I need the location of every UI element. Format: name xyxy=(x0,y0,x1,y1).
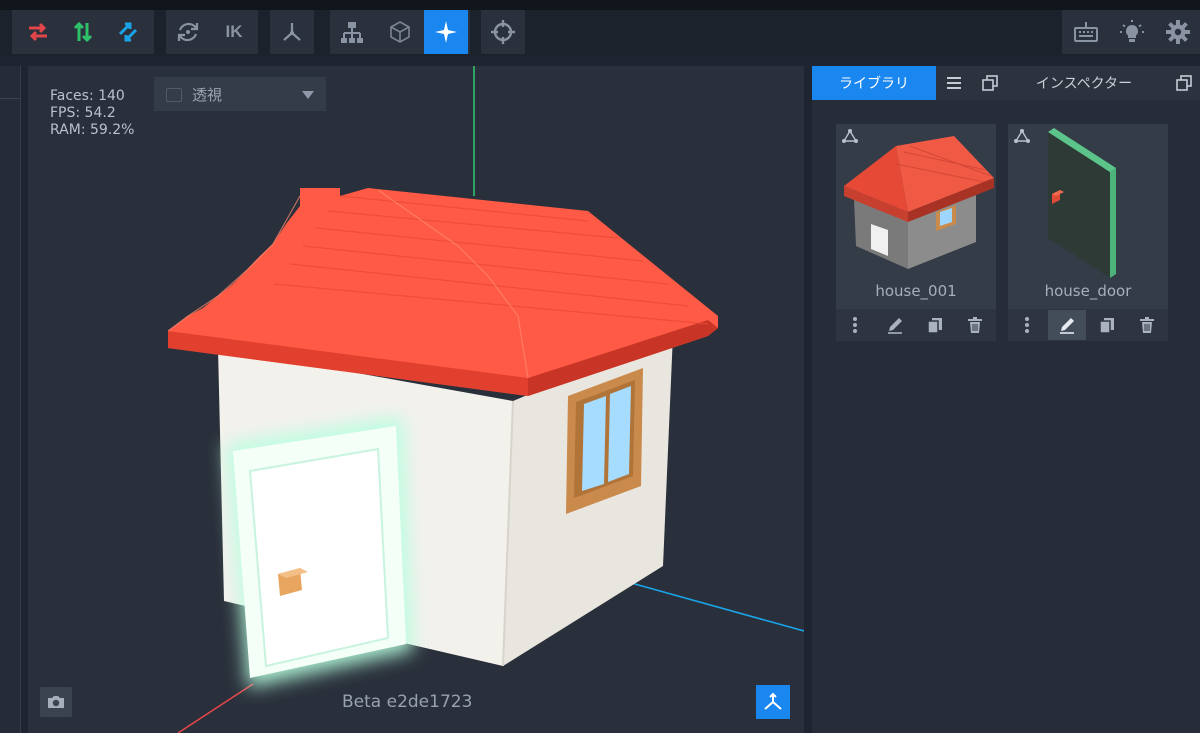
x-axis-line xyxy=(177,683,254,733)
popout-icon xyxy=(1176,75,1192,91)
delete-button[interactable] xyxy=(1128,310,1166,340)
swap-diagonal-icon xyxy=(118,22,138,42)
more-button[interactable] xyxy=(836,310,874,340)
gear-icon xyxy=(1166,20,1190,44)
item-name: house_001 xyxy=(875,282,957,300)
more-vertical-icon xyxy=(1025,317,1029,333)
view-mode-label: 透視 xyxy=(192,86,223,104)
popout-icon xyxy=(982,75,998,91)
library-panel: ライブラリ インスペクター house_001 house_door xyxy=(812,66,1200,733)
keyboard-button[interactable] xyxy=(1064,10,1108,54)
library-popout-button[interactable] xyxy=(974,66,1006,100)
sparkle-button[interactable] xyxy=(424,10,468,54)
delete-button[interactable] xyxy=(956,310,994,340)
house-thumbnail xyxy=(842,129,994,269)
axes-toggle-button[interactable] xyxy=(756,685,790,719)
lightbulb-button[interactable] xyxy=(1110,10,1154,54)
copy-icon xyxy=(927,318,942,334)
ik-label: IK xyxy=(225,22,243,41)
view-tools-group xyxy=(330,10,470,54)
cube-icon xyxy=(390,21,410,43)
item-actions xyxy=(1008,309,1168,341)
fps-stat: FPS: 54.2 xyxy=(50,105,116,121)
swap-horizontal-button[interactable] xyxy=(16,10,60,54)
settings-button[interactable] xyxy=(1156,10,1200,54)
hierarchy-button[interactable] xyxy=(330,10,374,54)
swap-diagonal-button[interactable] xyxy=(106,10,150,54)
main-toolbar: IK xyxy=(0,10,1200,56)
edit-button[interactable] xyxy=(876,310,914,340)
scene-render xyxy=(167,66,804,733)
camera-icon xyxy=(48,696,64,708)
duplicate-button[interactable] xyxy=(1088,310,1126,340)
pivot-icon xyxy=(283,23,301,41)
sparkle-icon xyxy=(435,21,457,43)
pencil-icon xyxy=(888,318,902,334)
ik-button[interactable]: IK xyxy=(212,10,256,54)
menu-icon xyxy=(947,77,961,89)
system-group xyxy=(1062,10,1200,54)
mesh-icon xyxy=(1014,129,1030,143)
left-panel-tab[interactable] xyxy=(0,66,20,99)
hierarchy-icon xyxy=(341,22,363,43)
library-item-house-door[interactable]: house_door xyxy=(1008,124,1168,341)
faces-stat: Faces: 140 xyxy=(50,88,125,104)
lightbulb-icon xyxy=(1120,20,1144,42)
library-item-house-001[interactable]: house_001 xyxy=(836,124,996,341)
3d-viewport[interactable]: Faces: 140 FPS: 54.2 RAM: 59.2% 透視 Beta … xyxy=(28,66,804,733)
trash-icon xyxy=(1140,317,1154,333)
rotate-ik-group: IK xyxy=(166,10,258,54)
keyboard-icon xyxy=(1074,22,1098,42)
ram-stat: RAM: 59.2% xyxy=(50,122,135,138)
door-thumbnail xyxy=(1014,128,1116,278)
chevron-down-icon xyxy=(302,91,314,99)
axes-icon xyxy=(764,692,782,710)
screenshot-button[interactable] xyxy=(40,687,72,717)
pencil-icon xyxy=(1060,318,1074,334)
tab-library[interactable]: ライブラリ xyxy=(812,66,936,100)
left-side-panel xyxy=(0,66,21,733)
crosshair-icon xyxy=(491,20,515,44)
rotate-icon xyxy=(177,22,199,42)
view-mode-select[interactable]: 透視 xyxy=(154,77,326,111)
item-name: house_door xyxy=(1044,282,1132,300)
window-top-strip xyxy=(0,0,1200,10)
camera-mode-icon xyxy=(166,88,182,102)
swap-horizontal-icon xyxy=(29,22,47,42)
inspector-popout-button[interactable] xyxy=(1168,66,1200,100)
cube-button[interactable] xyxy=(378,10,422,54)
transform-group xyxy=(12,10,154,54)
render-stats: Faces: 140 FPS: 54.2 RAM: 59.2% xyxy=(50,88,134,139)
trash-icon xyxy=(968,317,982,333)
rotate-button[interactable] xyxy=(166,10,210,54)
target-button[interactable] xyxy=(481,10,525,54)
panel-tabbar: ライブラリ インスペクター xyxy=(812,66,1200,100)
pivot-button[interactable] xyxy=(270,10,314,54)
item-actions xyxy=(836,309,996,341)
selected-door xyxy=(226,416,413,688)
more-button[interactable] xyxy=(1008,310,1046,340)
duplicate-button[interactable] xyxy=(916,310,954,340)
tab-inspector[interactable]: インスペクター xyxy=(1006,66,1162,100)
copy-icon xyxy=(1099,318,1114,334)
edit-button[interactable] xyxy=(1048,310,1086,340)
version-label: Beta e2de1723 xyxy=(342,692,473,712)
mesh-icon xyxy=(842,129,858,143)
swap-vertical-icon xyxy=(73,21,93,43)
swap-vertical-button[interactable] xyxy=(61,10,105,54)
list-view-button[interactable] xyxy=(938,66,970,100)
more-vertical-icon xyxy=(853,317,857,333)
